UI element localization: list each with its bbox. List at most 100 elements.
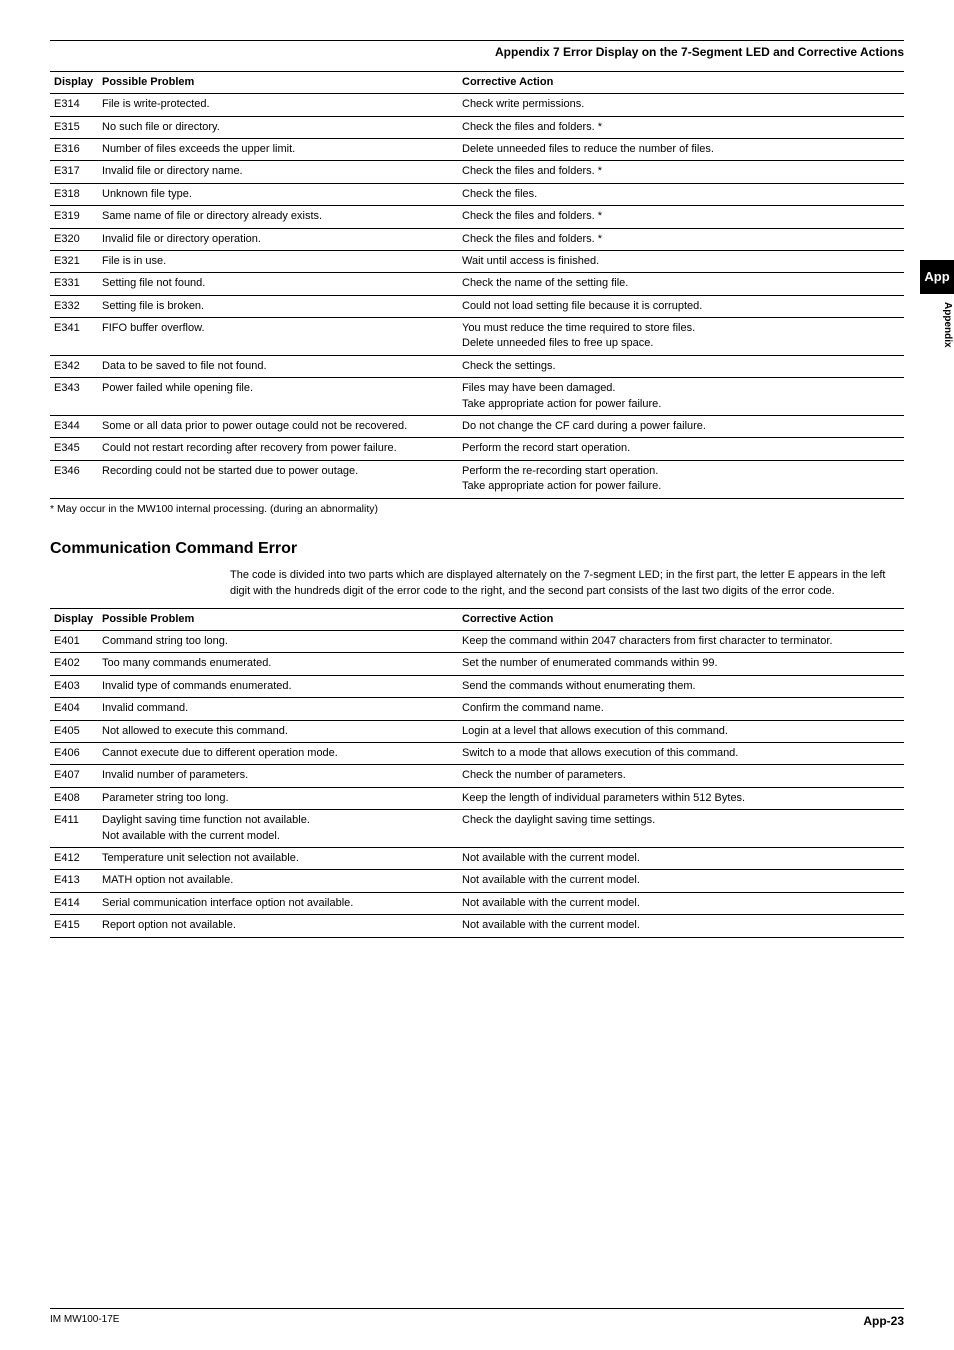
cell-display: E406 [50, 743, 98, 765]
cell-problem: MATH option not available. [98, 870, 458, 892]
table-row: E318Unknown file type.Check the files. [50, 183, 904, 205]
cell-action: Not available with the current model. [458, 870, 904, 892]
cell-problem: Too many commands enumerated. [98, 653, 458, 675]
page-footer: IM MW100-17E App-23 [50, 1308, 904, 1330]
cell-display: E404 [50, 698, 98, 720]
cell-problem: Number of files exceeds the upper limit. [98, 138, 458, 160]
table-row: E403Invalid type of commands enumerated.… [50, 675, 904, 697]
page-header-title: Appendix 7 Error Display on the 7-Segmen… [50, 44, 904, 61]
cell-display: E415 [50, 915, 98, 937]
cell-display: E342 [50, 355, 98, 377]
table-row: E402Too many commands enumerated.Set the… [50, 653, 904, 675]
cell-display: E316 [50, 138, 98, 160]
table-row: E341FIFO buffer overflow.You must reduce… [50, 318, 904, 356]
cell-display: E412 [50, 847, 98, 869]
cell-problem: Parameter string too long. [98, 787, 458, 809]
cell-action: Delete unneeded files to reduce the numb… [458, 138, 904, 160]
cell-action: Check the settings. [458, 355, 904, 377]
cell-action: Check the files and folders. * [458, 116, 904, 138]
cell-action: Check the files and folders. * [458, 161, 904, 183]
section-heading-comm-error: Communication Command Error [50, 538, 904, 560]
cell-problem: Temperature unit selection not available… [98, 847, 458, 869]
cell-action: Files may have been damaged. Take approp… [458, 378, 904, 416]
table-row: E344Some or all data prior to power outa… [50, 416, 904, 438]
cell-display: E345 [50, 438, 98, 460]
side-tab: App Appendix [920, 260, 954, 348]
cell-problem: Invalid file or directory operation. [98, 228, 458, 250]
cell-action: Check the files and folders. * [458, 206, 904, 228]
table-row: E405Not allowed to execute this command.… [50, 720, 904, 742]
cell-problem: Not allowed to execute this command. [98, 720, 458, 742]
cell-display: E318 [50, 183, 98, 205]
cell-problem: File is write-protected. [98, 94, 458, 116]
th-problem: Possible Problem [98, 608, 458, 630]
cell-problem: FIFO buffer overflow. [98, 318, 458, 356]
cell-display: E332 [50, 295, 98, 317]
cell-problem: Invalid command. [98, 698, 458, 720]
table-row: E319Same name of file or directory alrea… [50, 206, 904, 228]
footer-right: App-23 [863, 1313, 904, 1330]
cell-display: E320 [50, 228, 98, 250]
table-row: E315No such file or directory.Check the … [50, 116, 904, 138]
cell-problem: Power failed while opening file. [98, 378, 458, 416]
cell-action: You must reduce the time required to sto… [458, 318, 904, 356]
cell-action: Wait until access is finished. [458, 250, 904, 272]
cell-action: Keep the command within 2047 characters … [458, 631, 904, 653]
cell-action: Perform the re-recording start operation… [458, 460, 904, 498]
side-appendix-label: Appendix [920, 294, 954, 348]
footer-left: IM MW100-17E [50, 1313, 119, 1330]
cell-display: E341 [50, 318, 98, 356]
cell-problem: Data to be saved to file not found. [98, 355, 458, 377]
cell-problem: Unknown file type. [98, 183, 458, 205]
cell-display: E403 [50, 675, 98, 697]
cell-action: Check write permissions. [458, 94, 904, 116]
table-row: E343Power failed while opening file.File… [50, 378, 904, 416]
table1-footnote: * May occur in the MW100 internal proces… [50, 502, 904, 517]
cell-display: E401 [50, 631, 98, 653]
cell-action: Not available with the current model. [458, 892, 904, 914]
cell-problem: Daylight saving time function not availa… [98, 810, 458, 848]
th-problem: Possible Problem [98, 71, 458, 93]
cell-problem: No such file or directory. [98, 116, 458, 138]
cell-display: E402 [50, 653, 98, 675]
cell-problem: Some or all data prior to power outage c… [98, 416, 458, 438]
cell-display: E321 [50, 250, 98, 272]
table-row: E317Invalid file or directory name.Check… [50, 161, 904, 183]
cell-action: Check the number of parameters. [458, 765, 904, 787]
cell-action: Perform the record start operation. [458, 438, 904, 460]
cell-action: Keep the length of individual parameters… [458, 787, 904, 809]
cell-problem: Invalid file or directory name. [98, 161, 458, 183]
cell-action: Check the files and folders. * [458, 228, 904, 250]
cell-display: E344 [50, 416, 98, 438]
cell-action: Check the files. [458, 183, 904, 205]
cell-display: E315 [50, 116, 98, 138]
table-row: E413MATH option not available.Not availa… [50, 870, 904, 892]
table-row: E401Command string too long.Keep the com… [50, 631, 904, 653]
cell-action: Set the number of enumerated commands wi… [458, 653, 904, 675]
cell-problem: Cannot execute due to different operatio… [98, 743, 458, 765]
cell-problem: Setting file not found. [98, 273, 458, 295]
section-intro: The code is divided into two parts which… [230, 567, 904, 600]
cell-problem: Report option not available. [98, 915, 458, 937]
cell-action: Could not load setting file because it i… [458, 295, 904, 317]
cell-display: E319 [50, 206, 98, 228]
table-row: E414Serial communication interface optio… [50, 892, 904, 914]
cell-problem: Invalid type of commands enumerated. [98, 675, 458, 697]
cell-action: Confirm the command name. [458, 698, 904, 720]
cell-display: E411 [50, 810, 98, 848]
table-row: E332Setting file is broken.Could not loa… [50, 295, 904, 317]
cell-problem: Could not restart recording after recove… [98, 438, 458, 460]
side-app-label: App [920, 260, 954, 294]
table-row: E316Number of files exceeds the upper li… [50, 138, 904, 160]
table-row: E415Report option not available.Not avai… [50, 915, 904, 937]
table-row: E314File is write-protected.Check write … [50, 94, 904, 116]
table-row: E412Temperature unit selection not avail… [50, 847, 904, 869]
th-action: Corrective Action [458, 71, 904, 93]
table-row: E346Recording could not be started due t… [50, 460, 904, 498]
cell-action: Login at a level that allows execution o… [458, 720, 904, 742]
cell-display: E331 [50, 273, 98, 295]
cell-display: E408 [50, 787, 98, 809]
cell-display: E407 [50, 765, 98, 787]
error-table-2: Display Possible Problem Corrective Acti… [50, 608, 904, 938]
cell-action: Send the commands without enumerating th… [458, 675, 904, 697]
